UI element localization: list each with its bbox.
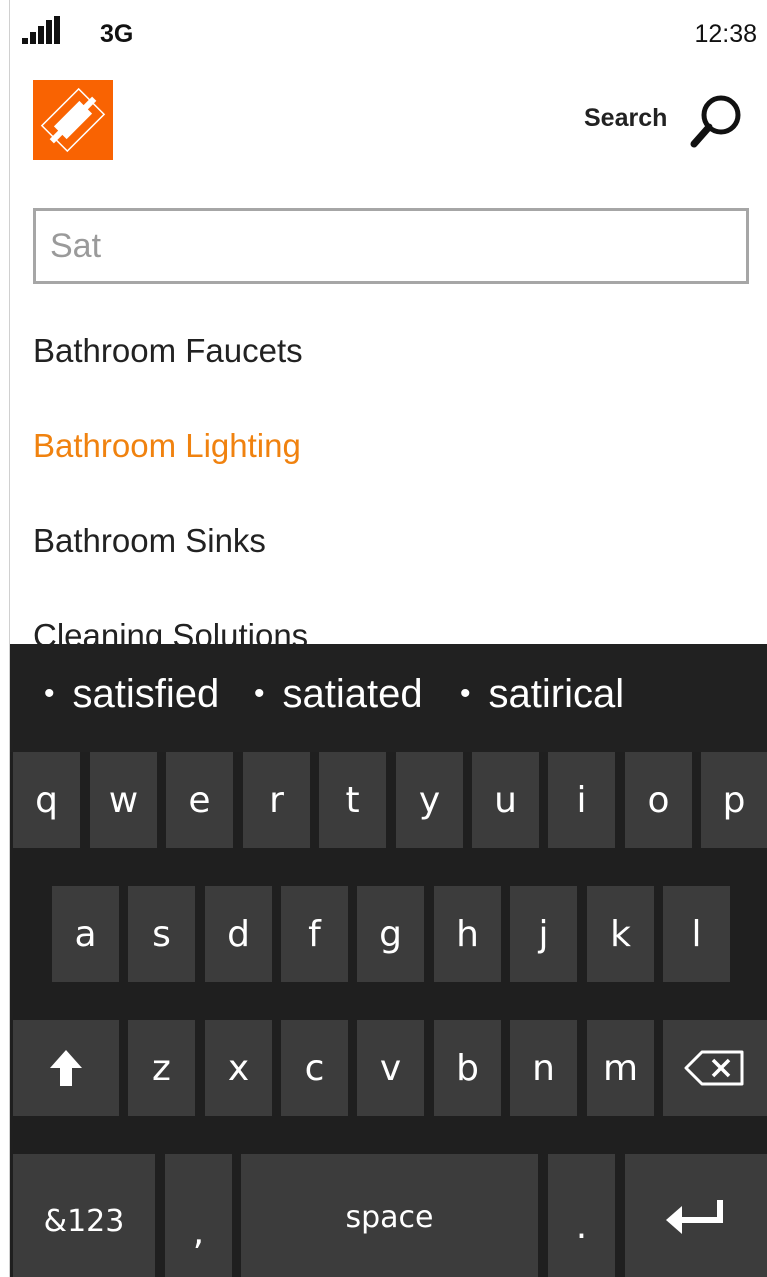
key-w[interactable]: w bbox=[90, 752, 157, 848]
symbols-key[interactable]: &123 bbox=[13, 1154, 155, 1277]
home-depot-logo[interactable] bbox=[33, 80, 113, 160]
search-label[interactable]: Search bbox=[584, 104, 667, 133]
key-k[interactable]: k bbox=[587, 886, 654, 982]
word-suggestion[interactable]: • satirical bbox=[460, 672, 624, 717]
comma-key[interactable]: , bbox=[165, 1154, 232, 1277]
word-suggestion[interactable]: • satiated bbox=[254, 672, 423, 717]
shift-arrow-icon bbox=[50, 1050, 82, 1086]
key-c[interactable]: c bbox=[281, 1020, 348, 1116]
space-key[interactable]: space bbox=[241, 1154, 538, 1277]
suggestion-item[interactable]: Bathroom Faucets bbox=[33, 332, 303, 370]
key-e[interactable]: e bbox=[166, 752, 233, 848]
key-i[interactable]: i bbox=[548, 752, 615, 848]
key-a[interactable]: a bbox=[52, 886, 119, 982]
word-suggestion-bar: • satisfied • satiated • satirical bbox=[10, 644, 767, 752]
search-input[interactable] bbox=[33, 208, 749, 284]
signal-strength-icon bbox=[22, 16, 60, 44]
key-v[interactable]: v bbox=[357, 1020, 424, 1116]
key-y[interactable]: y bbox=[396, 752, 463, 848]
key-p[interactable]: p bbox=[701, 752, 767, 848]
key-h[interactable]: h bbox=[434, 886, 501, 982]
key-t[interactable]: t bbox=[319, 752, 386, 848]
key-x[interactable]: x bbox=[205, 1020, 272, 1116]
backspace-key[interactable] bbox=[663, 1020, 767, 1116]
enter-arrow-icon bbox=[666, 1200, 723, 1234]
suggestion-item[interactable]: Bathroom Sinks bbox=[33, 522, 266, 560]
period-key[interactable]: . bbox=[548, 1154, 615, 1277]
key-n[interactable]: n bbox=[510, 1020, 577, 1116]
key-f[interactable]: f bbox=[281, 886, 348, 982]
key-l[interactable]: l bbox=[663, 886, 730, 982]
key-b[interactable]: b bbox=[434, 1020, 501, 1116]
key-o[interactable]: o bbox=[625, 752, 692, 848]
network-type: 3G bbox=[100, 20, 134, 48]
key-m[interactable]: m bbox=[587, 1020, 654, 1116]
search-icon[interactable] bbox=[686, 90, 748, 152]
key-z[interactable]: z bbox=[128, 1020, 195, 1116]
on-screen-keyboard: • satisfied • satiated • satirical q w e r … bbox=[10, 644, 767, 1277]
clock: 12:38 bbox=[694, 20, 757, 48]
status-bar: 3G 12:38 bbox=[10, 0, 767, 70]
key-d[interactable]: d bbox=[205, 886, 272, 982]
suggestion-item-active[interactable]: Bathroom Lighting bbox=[33, 427, 301, 465]
backspace-icon bbox=[684, 1050, 744, 1086]
key-j[interactable]: j bbox=[510, 886, 577, 982]
key-r[interactable]: r bbox=[243, 752, 310, 848]
key-s[interactable]: s bbox=[128, 886, 195, 982]
frame-border bbox=[0, 0, 10, 1277]
key-u[interactable]: u bbox=[472, 752, 539, 848]
enter-key[interactable] bbox=[625, 1154, 767, 1277]
key-g[interactable]: g bbox=[357, 886, 424, 982]
word-suggestion[interactable]: • satisfied bbox=[44, 672, 219, 717]
key-q[interactable]: q bbox=[13, 752, 80, 848]
shift-key[interactable] bbox=[13, 1020, 119, 1116]
